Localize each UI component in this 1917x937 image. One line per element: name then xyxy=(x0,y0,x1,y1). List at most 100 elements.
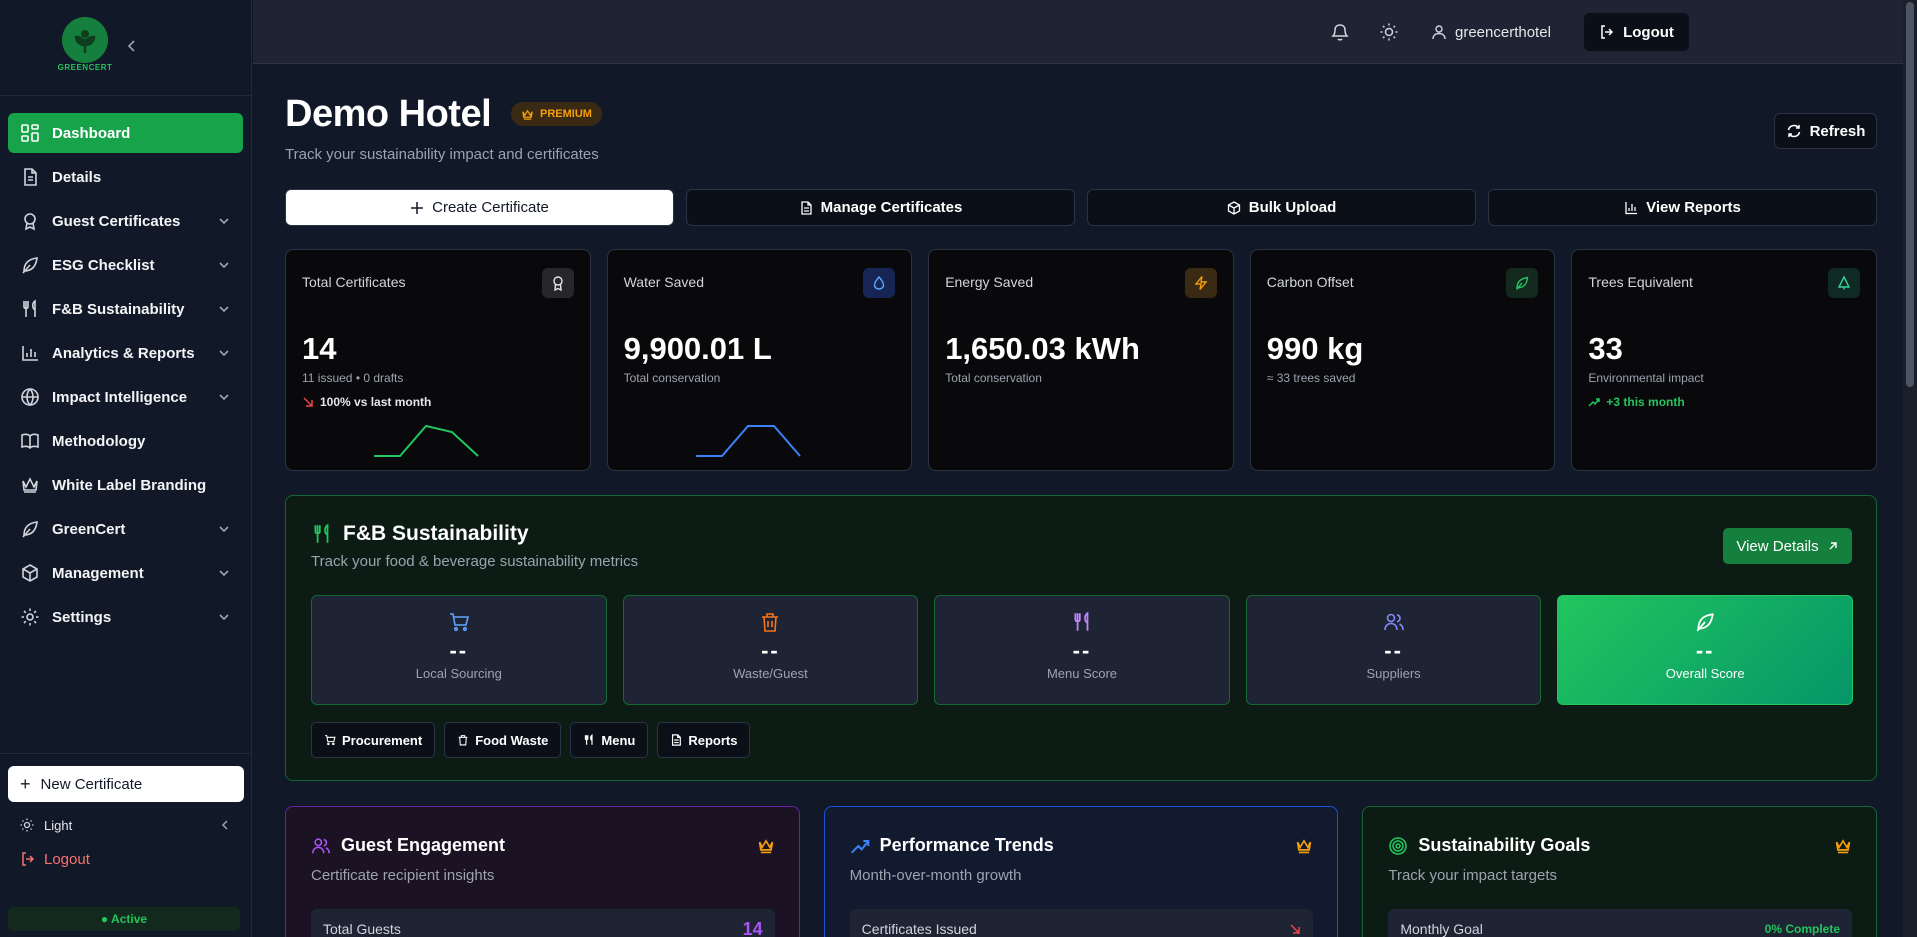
metric-value: -- xyxy=(1384,638,1403,663)
sparkline-water-saved xyxy=(695,425,801,457)
stats-row: Total Certificates 14 11 issued • 0 draf… xyxy=(285,249,1877,471)
tab-reports[interactable]: Reports xyxy=(657,722,751,758)
sidebar-item-label: White Label Branding xyxy=(52,476,207,494)
bulk-upload-label: Bulk Upload xyxy=(1248,199,1337,216)
trend-up-icon xyxy=(850,836,880,856)
logout-button[interactable]: Logout xyxy=(1584,13,1689,51)
tab-label: Procurement xyxy=(342,732,423,748)
utensils-icon xyxy=(311,523,343,545)
tree-icon xyxy=(1827,268,1860,298)
create-certificate-button[interactable]: Create Certificate xyxy=(285,189,674,226)
plus-icon: + xyxy=(20,773,31,794)
metric-waste-per-guest[interactable]: -- Waste/Guest xyxy=(622,595,919,705)
document-icon xyxy=(799,200,821,215)
tab-label: Menu xyxy=(601,732,636,748)
metric-suppliers[interactable]: -- Suppliers xyxy=(1245,595,1542,705)
greencert-logo[interactable] xyxy=(62,17,108,63)
tab-menu[interactable]: Menu xyxy=(570,722,649,758)
sidebar-item-management[interactable]: Management xyxy=(8,553,243,593)
leaf-icon xyxy=(1506,268,1539,298)
stat-card-carbon-offset: Carbon Offset 990 kg ≈ 33 trees saved xyxy=(1249,249,1556,471)
panel-subtitle: Track your impact targets xyxy=(1388,867,1558,884)
cart-icon xyxy=(448,611,470,633)
sidebar-item-fb-sustainability[interactable]: F&B Sustainability xyxy=(8,289,243,329)
award-icon xyxy=(20,211,40,231)
stat-value: 990 kg xyxy=(1266,331,1364,366)
bulk-upload-button[interactable]: Bulk Upload xyxy=(1087,189,1476,226)
tab-procurement[interactable]: Procurement xyxy=(311,722,436,758)
sidebar-item-label: Analytics & Reports xyxy=(52,344,195,362)
new-certificate-button[interactable]: + New Certificate xyxy=(8,766,244,802)
sidebar-item-settings[interactable]: Settings xyxy=(8,597,243,637)
sidebar-item-dashboard[interactable]: Dashboard xyxy=(8,113,243,153)
guest-engagement-panel: Guest Engagement Certificate recipient i… xyxy=(285,806,800,937)
sidebar-item-analytics-reports[interactable]: Analytics & Reports xyxy=(8,333,243,373)
logo-wordmark: GREENCERT xyxy=(57,63,113,72)
sidebar-item-label: F&B Sustainability xyxy=(52,300,185,318)
row-label: Certificates Issued xyxy=(861,921,977,937)
stat-subtext: 11 issued • 0 drafts xyxy=(302,371,404,385)
stat-subtext: Total conservation xyxy=(945,371,1042,385)
premium-badge: PREMIUM xyxy=(511,102,602,126)
metric-label: Waste/Guest xyxy=(733,666,808,681)
chevron-down-icon xyxy=(217,258,231,272)
sidebar-item-label: GreenCert xyxy=(52,520,126,538)
scrollbar-thumb[interactable] xyxy=(1906,2,1914,387)
username: greencerthotel xyxy=(1455,23,1551,41)
chevron-down-icon xyxy=(217,610,231,624)
stat-subtext: ≈ 33 trees saved xyxy=(1266,371,1356,385)
row-value: 0% Complete xyxy=(1764,922,1841,936)
sparkline-path xyxy=(695,425,801,457)
users-icon xyxy=(311,836,341,856)
sidebar-item-guest-certificates[interactable]: Guest Certificates xyxy=(8,201,243,241)
view-details-button[interactable]: View Details xyxy=(1723,528,1852,564)
create-certificate-label: Create Certificate xyxy=(432,199,549,216)
page-scrollbar[interactable] xyxy=(1903,0,1917,937)
manage-certificates-button[interactable]: Manage Certificates xyxy=(686,189,1075,226)
metric-overall-score[interactable]: -- Overall Score xyxy=(1557,595,1853,705)
row-label: Monthly Goal xyxy=(1400,921,1483,937)
sidebar-item-details[interactable]: Details xyxy=(8,157,243,197)
refresh-label: Refresh xyxy=(1809,122,1866,140)
utensils-icon xyxy=(1071,611,1093,633)
trend-down-icon xyxy=(302,396,320,408)
bell-icon[interactable] xyxy=(1330,22,1350,42)
sidebar-item-label: Methodology xyxy=(52,432,146,450)
logout-label: Logout xyxy=(44,850,90,868)
sidebar-collapse-button[interactable] xyxy=(124,38,140,54)
leaf-icon xyxy=(20,519,40,539)
metric-label: Menu Score xyxy=(1046,666,1118,681)
tab-label: Food Waste xyxy=(475,732,549,748)
stat-trend: 100% vs last month xyxy=(302,395,431,409)
stat-label: Water Saved xyxy=(623,274,704,290)
sidebar-item-methodology[interactable]: Methodology xyxy=(8,421,243,461)
theme-toggle[interactable]: Light xyxy=(20,812,232,838)
crown-icon xyxy=(1834,837,1852,855)
sidebar-logout-button[interactable]: Logout xyxy=(20,846,232,872)
user-menu[interactable]: greencerthotel xyxy=(1431,0,1551,64)
panel-title-label: Sustainability Goals xyxy=(1418,835,1591,855)
tab-food-waste[interactable]: Food Waste xyxy=(444,722,562,758)
chevron-left-icon xyxy=(218,818,232,832)
users-icon xyxy=(1383,611,1405,633)
fb-sustainability-panel: F&B Sustainability Track your food & bev… xyxy=(285,495,1877,781)
sidebar-item-esg-checklist[interactable]: ESG Checklist xyxy=(8,245,243,285)
fb-subtitle: Track your food & beverage sustainabilit… xyxy=(311,553,639,570)
book-icon xyxy=(20,431,40,451)
sun-icon[interactable] xyxy=(1379,22,1399,42)
sparkline-path xyxy=(374,424,479,457)
metric-local-sourcing[interactable]: -- Local Sourcing xyxy=(311,595,607,705)
fb-title-label: F&B Sustainability xyxy=(343,522,529,545)
refresh-button[interactable]: Refresh xyxy=(1774,113,1877,149)
sidebar-item-white-label-branding[interactable]: White Label Branding xyxy=(8,465,243,505)
view-reports-button[interactable]: View Reports xyxy=(1488,189,1877,226)
sidebar-item-impact-intelligence[interactable]: Impact Intelligence xyxy=(8,377,243,417)
sidebar-item-label: Settings xyxy=(52,608,112,626)
trash-icon xyxy=(457,734,475,746)
metric-menu-score[interactable]: -- Menu Score xyxy=(934,595,1230,705)
sidebar-item-greencert[interactable]: GreenCert xyxy=(8,509,243,549)
fb-title: F&B Sustainability xyxy=(311,522,529,546)
chevron-down-icon xyxy=(217,566,231,580)
page-title: Demo Hotel xyxy=(285,93,492,135)
sidebar-item-label: Dashboard xyxy=(52,124,131,142)
